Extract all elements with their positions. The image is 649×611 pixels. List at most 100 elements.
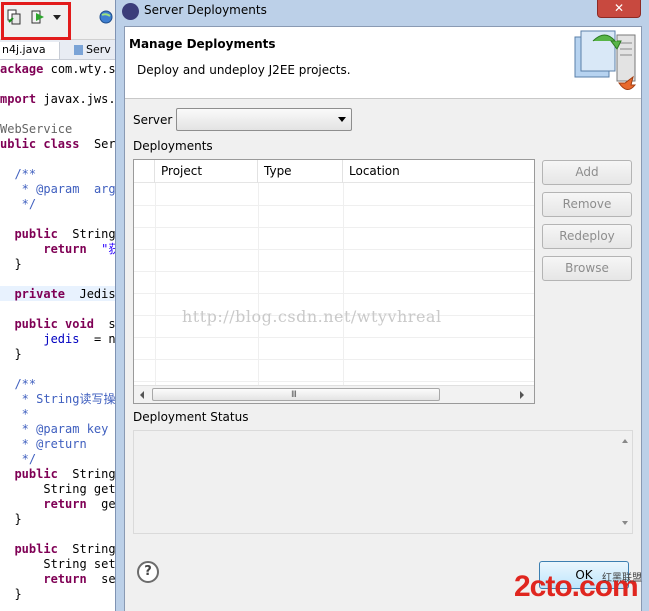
code-token: com.wty.se [50,62,120,76]
window-title: Server Deployments [144,3,267,17]
table-header: Project Type Location [134,160,534,183]
horizontal-scrollbar[interactable]: III [134,385,534,403]
code-token: public [0,227,66,241]
code-token: String set [0,557,116,571]
code-line: } [0,587,21,602]
scrollbar-thumb[interactable]: III [152,388,440,401]
code-line: return "获取 [0,242,120,257]
code-token: * [0,407,29,421]
code-token: * String读写操作 [0,392,120,406]
code-line: * @return [0,437,87,452]
table-row-line [134,293,534,294]
column-header-project[interactable]: Project [155,160,258,183]
table-row-line [134,381,534,382]
code-token: * @param key [0,422,109,436]
close-icon: ✕ [613,1,625,15]
deployments-table[interactable]: Project Type Location III [133,159,535,404]
code-line: WebService [0,122,72,137]
help-button[interactable]: ? [137,561,159,583]
close-button[interactable]: ✕ [597,0,641,18]
deployments-label: Deployments [133,139,213,153]
deployment-status-area [133,430,633,534]
column-header-location[interactable]: Location [343,160,534,183]
scroll-right-icon[interactable] [520,391,524,399]
code-line: return set [0,572,120,587]
chevron-down-icon [338,117,346,122]
table-row-line [134,249,534,250]
editor-tab-label: n4j.java [2,43,46,56]
watermark: http://blog.csdn.net/wtyvhreal [182,307,442,326]
scroll-up-icon[interactable] [622,439,628,443]
code-line: String set [0,557,116,572]
code-token: String [72,467,116,481]
code-line: * String读写操作 [0,392,120,407]
code-line: ackage com.wty.se [0,62,120,77]
scroll-down-icon[interactable] [622,521,628,525]
code-line: */ [0,197,36,212]
help-icon: ? [144,564,152,579]
globe-icon[interactable] [98,9,114,25]
browse-button[interactable]: Browse [542,256,632,281]
code-token: String [72,227,116,241]
server-label: Server [133,113,173,127]
code-line: private Jedis [0,287,115,302]
server-select[interactable] [176,108,352,131]
code-token: } [0,257,22,271]
code-line: return get [0,497,120,512]
code-line: */ [0,452,36,467]
code-token: private [0,287,73,301]
code-token: */ [0,452,37,466]
code-token: } [0,347,22,361]
code-token: public void [0,317,102,331]
code-token: mport [0,92,37,106]
column-header-type[interactable]: Type [258,160,343,183]
redeploy-button[interactable]: Redeploy [542,224,632,249]
table-row-line [134,227,534,228]
code-token: return [0,497,94,511]
site-logo: 2cto.com 红黑联盟 [510,566,649,611]
code-line: } [0,257,22,272]
server-deployments-dialog: Server Deployments ✕ Manage Deployments … [115,0,649,611]
scroll-left-icon[interactable] [140,391,144,399]
code-line: /** [0,167,36,182]
code-token: */ [0,197,37,211]
code-line: public String [0,542,116,557]
code-token: String [72,542,116,556]
code-line: /** [0,377,36,392]
header-spacer [134,160,155,183]
code-line: public String [0,227,116,242]
editor-tab-label: Serv [86,43,111,56]
code-token: String get [0,482,116,496]
code-line: public void st [0,317,120,332]
deployment-status-label: Deployment Status [133,410,249,424]
code-line: } [0,512,21,527]
java-file-icon [74,45,83,55]
code-line: * @param args [0,182,120,197]
highlight-frame [1,2,71,40]
table-row-line [134,271,534,272]
table-column-line [155,183,156,385]
editor-tab-strip: n4j.java Serv [0,40,120,60]
code-token: ackage [0,62,44,76]
logo-subtext: 红黑联盟 [602,573,642,584]
editor-toolbar [0,0,120,40]
add-button[interactable]: Add [542,160,632,185]
code-token: return [0,572,94,586]
remove-button[interactable]: Remove [542,192,632,217]
code-editor: n4j.java Serv ackage com.wty.se mport jav… [0,0,120,611]
code-token: /** [0,377,37,391]
code-token: public [0,467,66,481]
code-line: public String [0,467,116,482]
table-row-line [134,337,534,338]
table-column-line [343,183,344,385]
editor-tab[interactable]: n4j.java [0,42,60,59]
scrollbar-grip: III [291,390,297,400]
dialog-header: Manage Deployments Deploy and undeploy J… [125,27,641,99]
code-token: javax.jws.W [43,92,120,106]
title-bar[interactable]: Server Deployments ✕ [116,0,649,24]
code-line: * [0,407,29,422]
editor-tab[interactable]: Serv [72,42,120,59]
deploy-banner-icon [574,30,637,90]
code-token: * @param [0,182,87,196]
code-line: * @param key [0,422,109,437]
